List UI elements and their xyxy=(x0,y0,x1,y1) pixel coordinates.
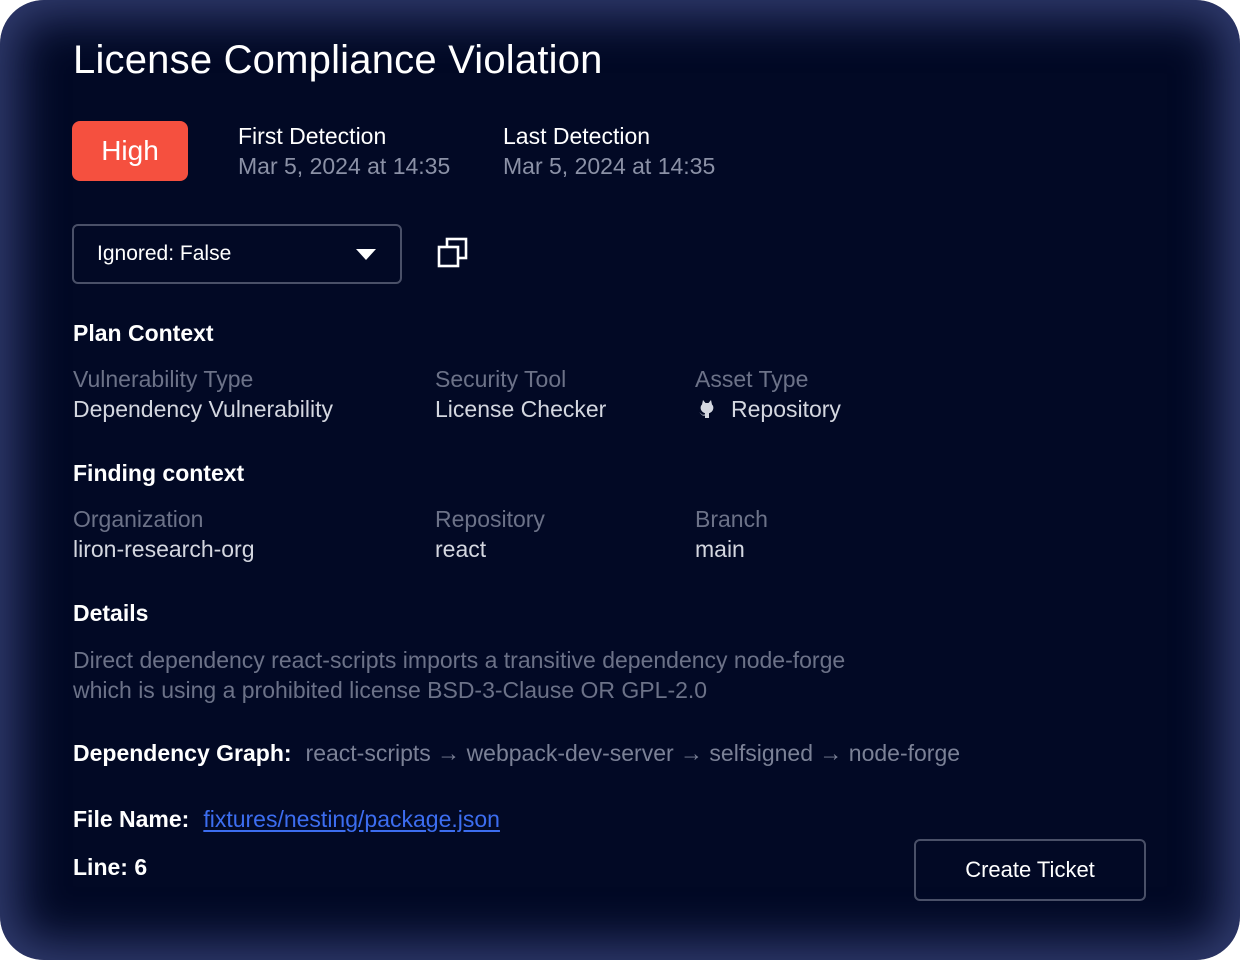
branch-value: main xyxy=(695,536,745,562)
organization-value: liron-research-org xyxy=(73,536,255,562)
details-description: Direct dependency react-scripts imports … xyxy=(73,645,973,705)
finding-card: License Compliance Violation High First … xyxy=(0,0,1240,960)
asset-type-label: Asset Type xyxy=(695,366,809,392)
repository-label: Repository xyxy=(435,506,545,532)
page-title: License Compliance Violation xyxy=(73,38,603,82)
severity-badge: High xyxy=(72,121,188,181)
line-row: Line: 6 xyxy=(73,854,147,881)
first-detection-label: First Detection xyxy=(238,123,387,149)
security-tool-value: License Checker xyxy=(435,396,607,422)
ignored-select[interactable]: Ignored: False xyxy=(72,224,402,284)
security-tool-label: Security Tool xyxy=(435,366,567,392)
security-tool-field: Security Tool License Checker xyxy=(435,364,606,424)
last-detection-value: Mar 5, 2024 at 14:35 xyxy=(503,153,716,179)
organization-label: Organization xyxy=(73,506,204,532)
repository-value: react xyxy=(435,536,487,562)
plan-context-title: Plan Context xyxy=(73,320,214,346)
details-line-2: which is using a prohibited license BSD-… xyxy=(73,677,708,703)
dependency-graph-row: Dependency Graph: react-scripts → webpac… xyxy=(73,740,960,767)
asset-type-field: Asset Type Repository xyxy=(695,364,841,424)
details-line-1: Direct dependency react-scripts imports … xyxy=(73,647,846,673)
asset-type-text: Repository xyxy=(731,396,841,422)
last-detection-label: Last Detection xyxy=(503,123,651,149)
create-ticket-button[interactable]: Create Ticket xyxy=(914,839,1146,901)
details-title: Details xyxy=(73,600,149,626)
first-detection-value: Mar 5, 2024 at 14:35 xyxy=(238,153,451,179)
dependency-graph-value: react-scripts → webpack-dev-server → sel… xyxy=(305,740,961,766)
repository-field: Repository react xyxy=(435,504,545,564)
github-icon xyxy=(698,400,714,418)
line-label: Line: 6 xyxy=(73,854,148,880)
asset-type-value: Repository xyxy=(695,394,841,424)
copy-icon[interactable] xyxy=(436,236,470,270)
organization-field: Organization liron-research-org xyxy=(73,504,255,564)
file-name-label: File Name: xyxy=(73,806,190,832)
vulnerability-type-field: Vulnerability Type Dependency Vulnerabil… xyxy=(73,364,333,424)
vulnerability-type-value: Dependency Vulnerability xyxy=(73,396,333,422)
file-name-row: File Name: fixtures/nesting/package.json xyxy=(73,806,500,833)
caret-down-icon xyxy=(356,248,376,260)
branch-field: Branch main xyxy=(695,504,768,564)
vulnerability-type-label: Vulnerability Type xyxy=(73,366,254,392)
first-detection: First Detection Mar 5, 2024 at 14:35 xyxy=(238,121,450,181)
finding-context-title: Finding context xyxy=(73,460,245,486)
dependency-graph-label: Dependency Graph: xyxy=(73,740,292,766)
branch-label: Branch xyxy=(695,506,768,532)
file-name-link[interactable]: fixtures/nesting/package.json xyxy=(203,806,500,833)
ignored-select-value: Ignored: False xyxy=(97,242,232,265)
last-detection: Last Detection Mar 5, 2024 at 14:35 xyxy=(503,121,715,181)
